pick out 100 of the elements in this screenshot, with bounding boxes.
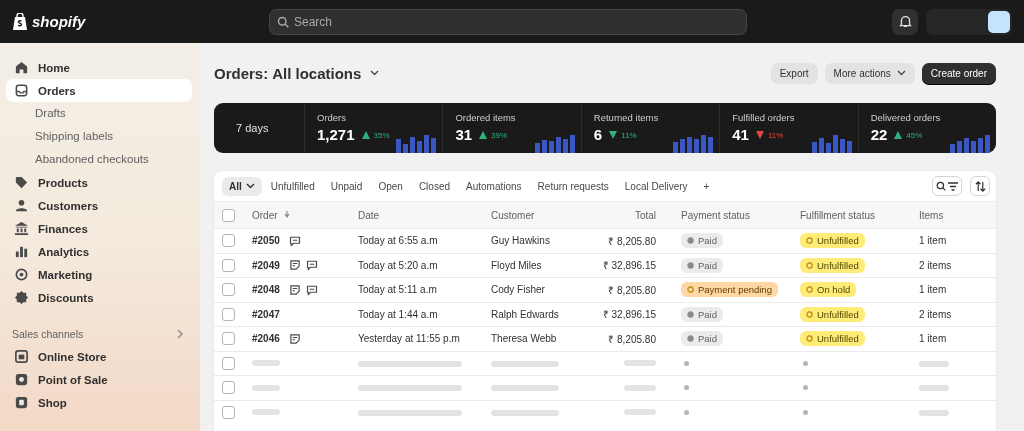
stat-card[interactable]: Fulfilled orders 41 11% [719,103,858,153]
sidebar-item[interactable]: Point of Sale [6,368,192,391]
search-filter-button[interactable] [932,176,962,196]
sidebar-item[interactable]: Shop [6,391,192,414]
search-field[interactable]: Search [269,8,747,35]
loading-bar [624,360,656,367]
loading-bar [624,409,656,416]
sidebar-item[interactable]: Customers [6,194,192,217]
chevron-right-icon[interactable] [176,329,184,339]
table-cell-text: Today at 6:55 a.m [358,235,439,247]
filter-tab[interactable]: Automations [459,176,529,196]
sidebar-subitem[interactable]: Abandoned checkouts [6,148,192,171]
order-number[interactable]: #2048 [252,284,280,296]
table-cell-text: Today at 5:11 a.m [358,284,438,296]
sort-button[interactable] [970,176,990,196]
stat-label: Returned items [593,112,659,123]
row-checkbox[interactable] [222,258,235,272]
account-button[interactable] [926,8,1012,35]
store-icon [14,349,29,364]
bag-logo-icon [12,12,28,31]
sort-icon [283,211,290,219]
square-tile-icon [14,395,29,410]
stat-value: 22 [870,125,888,145]
add-tab-button[interactable]: + [696,176,717,196]
column-header[interactable]: Order [252,209,358,221]
column-header[interactable]: Customer [491,209,576,221]
filter-tab[interactable]: All [222,176,262,196]
location-selector[interactable]: All locations [268,64,384,82]
filter-tab[interactable]: Unpaid [323,176,370,196]
menu-button[interactable]: More actions [824,62,915,84]
filter-icon [948,181,958,191]
table-cell-text: ₹ 32,896.15 [601,308,656,322]
sidebar-item[interactable]: Analytics [6,240,192,263]
row-checkbox[interactable] [222,405,235,419]
filter-tab[interactable]: Unfulfilled [263,176,322,196]
stat-change: 11% [621,130,637,140]
sidebar-item[interactable]: Online Store [6,345,192,368]
order-number[interactable]: #2046 [252,333,280,345]
sidebar-item[interactable]: Finances [6,217,192,240]
sidebar-item[interactable]: Products [6,171,192,194]
home-icon [14,60,29,75]
sidebar-item[interactable]: Home [6,56,192,79]
row-checkbox[interactable] [222,283,235,297]
status-badge: Unfulfilled [800,257,865,273]
search-icon [936,181,946,191]
circle-tile-icon [14,372,29,387]
stat-change: 11% [767,130,784,140]
stat-card[interactable]: Returned items 6 11% [580,103,720,153]
filter-tab[interactable]: Local Delivery [617,176,695,196]
table-cell-text: Theresa Webb [491,333,558,345]
order-number[interactable]: #2050 [252,235,280,247]
sidebar-item[interactable]: Orders [6,79,192,102]
stat-label: Orders [317,112,348,123]
stat-change: 39% [491,130,508,140]
table-cell-text: Floyd Miles [491,259,543,271]
column-header[interactable]: Fulfillment status [800,209,919,221]
create-button[interactable]: Create order [921,62,996,84]
filter-tab[interactable]: Return requests [530,176,616,196]
chevron-down-icon [896,70,906,76]
column-header[interactable]: Payment status [656,209,800,221]
order-number[interactable]: #2049 [252,259,280,271]
table-cell-text: Cody Fisher [491,284,546,296]
stat-card[interactable]: Ordered items 31 39% [442,103,581,153]
filter-tab[interactable]: Closed [411,176,457,196]
bank-icon [14,221,29,236]
column-header[interactable]: Date [358,209,491,221]
loading-dot [803,409,808,415]
row-checkbox[interactable] [222,307,235,321]
stat-label: Delivered orders [870,112,941,123]
loading-bar [252,384,280,391]
action-button[interactable]: Export [770,62,818,84]
select-all-checkbox[interactable] [222,208,235,222]
row-checkbox[interactable] [222,234,235,248]
stat-card[interactable]: Orders 1,271 35% [304,103,443,153]
stat-card[interactable]: Delivered orders 22 45% [857,103,996,153]
row-checkbox[interactable] [222,381,235,395]
period-selector[interactable]: 7 days [214,103,304,153]
row-checkbox[interactable] [222,332,235,346]
sidebar-item[interactable]: Marketing [6,263,192,286]
inbox-icon [14,83,29,98]
sparkline-drawing [673,135,714,153]
status-badge: Paid [681,331,723,347]
loading-dot [803,385,808,391]
column-header[interactable]: Total [576,209,656,221]
table-cell-text: Today at 1:44 a.m [358,308,439,320]
status-badge: Unfulfilled [800,306,865,322]
column-header[interactable]: Items [919,209,979,221]
row-checkbox[interactable] [222,356,235,370]
sidebar-subitem[interactable]: Shipping labels [6,125,192,148]
avatar [988,10,1010,33]
filter-tab[interactable]: Open [371,176,410,196]
stat-label: Ordered items [455,112,516,123]
status-badge: Payment pending [681,282,778,298]
order-number[interactable]: #2047 [252,308,280,320]
sidebar-subitem[interactable]: Drafts [6,102,192,125]
notifications-button[interactable] [892,8,918,35]
person-icon [14,198,29,213]
table-cell-text: 2 items [919,308,953,320]
table-cell-text: Today at 5:20 a.m [358,259,439,271]
sidebar-item[interactable]: Discounts [6,286,192,309]
